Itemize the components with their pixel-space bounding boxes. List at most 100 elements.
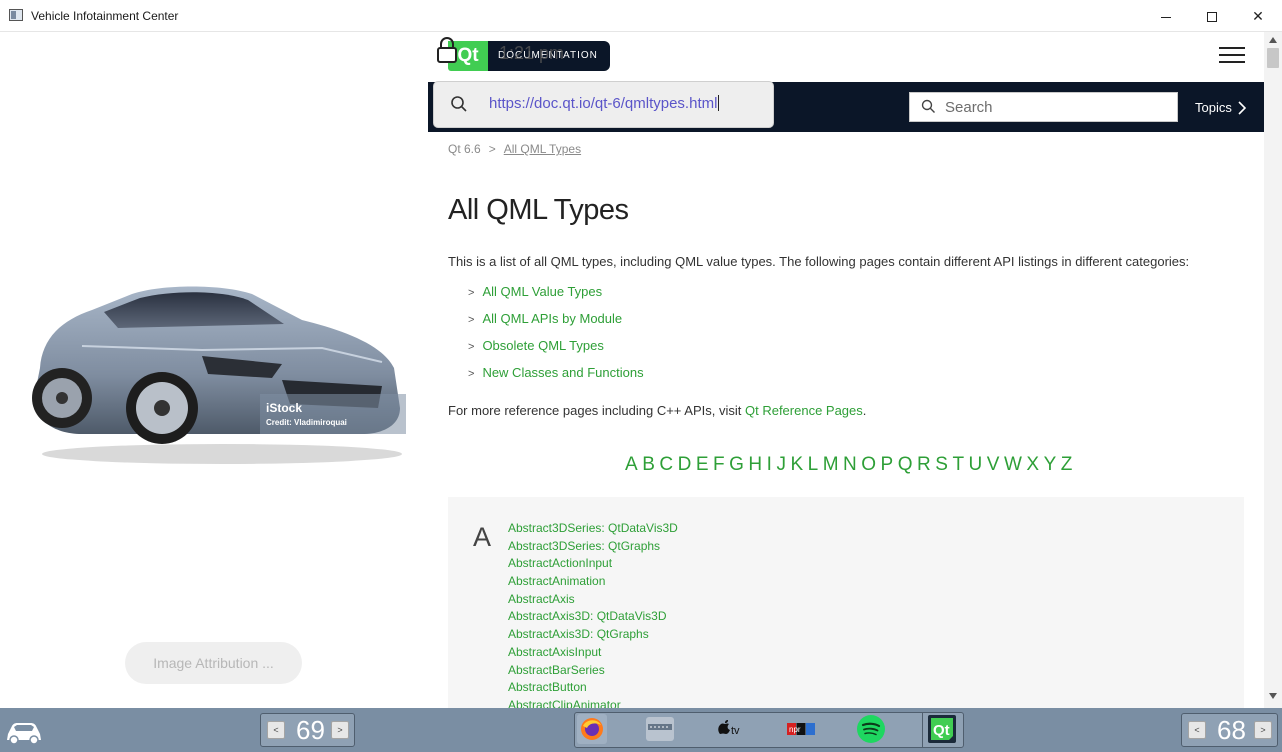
type-link[interactable]: AbstractBarSeries (508, 663, 678, 681)
close-button[interactable]: ✕ (1235, 0, 1281, 32)
npr-icon[interactable]: npr (786, 714, 816, 744)
search-input[interactable] (945, 93, 1170, 121)
chevron-right-icon: > (468, 341, 475, 353)
app-window-icon (9, 9, 23, 21)
scrollbar-thumb[interactable] (1267, 48, 1279, 68)
link-all-qml-value-types[interactable]: > All QML Value Types (468, 284, 644, 311)
alpha-link[interactable]: P (881, 454, 894, 475)
alpha-link[interactable]: J (776, 454, 786, 475)
chevron-right-icon: > (468, 368, 475, 380)
alpha-link[interactable]: U (969, 454, 983, 475)
minimize-button[interactable] (1143, 0, 1189, 32)
menu-line (1219, 54, 1245, 56)
breadcrumb: Qt 6.6 > All QML Types (448, 142, 581, 156)
url-value: https://doc.qt.io/qt-6/qmltypes.html (489, 95, 718, 112)
breadcrumb-item-current[interactable]: All QML Types (504, 142, 581, 156)
type-link[interactable]: AbstractAxis (508, 592, 678, 610)
alpha-link[interactable]: G (729, 454, 744, 475)
alpha-link[interactable]: Q (898, 454, 913, 475)
type-link[interactable]: AbstractActionInput (508, 556, 678, 574)
alpha-link[interactable]: B (642, 454, 655, 475)
maximize-button[interactable] (1189, 0, 1235, 32)
alpha-link[interactable]: Z (1061, 454, 1073, 475)
alpha-link[interactable]: T (952, 454, 964, 475)
right-temp-decrease-button[interactable]: < (1188, 721, 1206, 739)
vertical-scrollbar[interactable] (1264, 32, 1282, 708)
alpha-link[interactable]: F (713, 454, 725, 475)
type-link[interactable]: AbstractAxis3D: QtGraphs (508, 627, 678, 645)
chevron-right-icon: > (468, 314, 475, 326)
alpha-link[interactable]: O (861, 454, 876, 475)
search-icon (921, 99, 935, 113)
type-link[interactable]: AbstractAxis3D: QtDataVis3D (508, 609, 678, 627)
chevron-right-icon (1238, 101, 1246, 115)
apple-tv-icon[interactable]: tv (714, 714, 744, 744)
section-letter: A (473, 522, 492, 552)
image-attribution-button[interactable]: Image Attribution ... (125, 642, 302, 684)
breadcrumb-separator: > (488, 142, 496, 156)
link-label: All QML APIs by Module (482, 311, 623, 326)
link-label: Obsolete QML Types (482, 338, 604, 353)
alpha-link[interactable]: L (808, 454, 819, 475)
alphabet-index: ABCDEFGHIJKLMNOPQRSTUVWXYZ (625, 454, 1077, 476)
menu-icon[interactable] (1219, 47, 1245, 65)
alpha-link[interactable]: I (767, 454, 772, 475)
apple-tv-label: tv (731, 725, 740, 737)
watermark-credit: Credit: Vladimiroquai (266, 418, 347, 427)
right-temperature-value: 68 (1217, 715, 1246, 745)
type-link[interactable]: AbstractButton (508, 680, 678, 698)
qt-reference-pages-link[interactable]: Qt Reference Pages (745, 403, 863, 418)
menu-line (1219, 61, 1245, 63)
alpha-link[interactable]: V (987, 454, 1000, 475)
category-link-list: > All QML Value Types > All QML APIs by Mo… (468, 284, 644, 392)
firefox-icon[interactable] (577, 714, 607, 744)
qt-app-label: Qt (933, 722, 950, 739)
right-temp-increase-button[interactable]: > (1254, 721, 1272, 739)
type-link[interactable]: AbstractAnimation (508, 574, 678, 592)
alpha-link[interactable]: S (935, 454, 948, 475)
app-launcher-tray (574, 712, 964, 748)
spotify-icon[interactable] (856, 714, 886, 744)
link-all-qml-apis-by-module[interactable]: > All QML APIs by Module (468, 311, 644, 338)
alpha-link[interactable]: K (790, 454, 803, 475)
car-icon[interactable] (4, 714, 44, 746)
alpha-link[interactable]: C (659, 454, 673, 475)
breadcrumb-item[interactable]: Qt 6.6 (448, 142, 481, 156)
alpha-link[interactable]: E (696, 454, 709, 475)
alpha-link[interactable]: N (843, 454, 857, 475)
alpha-link[interactable]: W (1004, 454, 1022, 475)
link-label: New Classes and Functions (482, 365, 644, 380)
type-link[interactable]: Abstract3DSeries: QtDataVis3D (508, 521, 678, 539)
scroll-up-icon[interactable] (1268, 36, 1278, 44)
left-temp-decrease-button[interactable]: < (267, 721, 285, 739)
link-new-classes-and-functions[interactable]: > New Classes and Functions (468, 365, 644, 392)
alpha-link[interactable]: R (917, 454, 931, 475)
watermark-brand: iStock (266, 401, 303, 415)
alpha-link[interactable]: Y (1044, 454, 1057, 475)
type-link[interactable]: AbstractAxisInput (508, 645, 678, 663)
alpha-link[interactable]: M (823, 454, 839, 475)
tuner-icon[interactable] (645, 714, 675, 744)
topics-button[interactable]: Topics (1195, 100, 1232, 115)
clock-readout: 1:21 pm (499, 43, 565, 63)
alpha-link[interactable]: X (1026, 454, 1039, 475)
url-text[interactable]: https://doc.qt.io/qt-6/qmltypes.html (489, 95, 720, 112)
left-temp-increase-button[interactable]: > (331, 721, 349, 739)
reference-note-suffix: . (862, 403, 867, 418)
reference-note: For more reference pages including C++ A… (448, 403, 866, 418)
alpha-link[interactable]: D (678, 454, 692, 475)
text-caret (718, 95, 720, 111)
alpha-link[interactable]: H (748, 454, 762, 475)
menu-line (1219, 47, 1245, 49)
qt-app-icon[interactable]: Qt (927, 714, 957, 744)
tray-divider (922, 712, 923, 748)
alpha-link[interactable]: A (625, 454, 638, 475)
type-link[interactable]: Abstract3DSeries: QtGraphs (508, 539, 678, 557)
intro-text: This is a list of all QML types, includi… (448, 254, 1190, 269)
car-image (32, 286, 406, 464)
scroll-down-icon[interactable] (1268, 692, 1278, 700)
npr-label: npr (789, 725, 801, 734)
chevron-right-icon: > (468, 287, 475, 299)
right-temperature-control: < 68 > (1181, 713, 1278, 747)
link-obsolete-qml-types[interactable]: > Obsolete QML Types (468, 338, 644, 365)
